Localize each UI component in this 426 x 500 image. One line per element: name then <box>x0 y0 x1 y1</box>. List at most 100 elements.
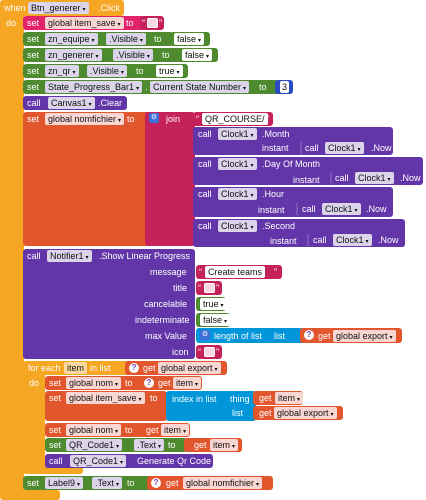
component-dropdown[interactable]: Clock1 ▾ <box>333 234 372 246</box>
text-field[interactable]: Create teams <box>205 266 266 278</box>
set-nomfichier-block[interactable] <box>23 112 153 246</box>
param-title: title <box>173 283 188 293</box>
var-dropdown[interactable]: global nom ▾ <box>66 377 122 389</box>
to-keyword: to <box>127 114 135 124</box>
set-label-text-block[interactable] <box>23 476 157 490</box>
mutator-icon[interactable]: ⚙ <box>149 113 159 123</box>
var-dropdown[interactable]: item ▾ <box>275 392 304 404</box>
param-icon: icon <box>172 347 189 357</box>
set-keyword: set <box>27 478 40 488</box>
var-dropdown[interactable]: item ▾ <box>161 424 190 436</box>
call-keyword: call <box>335 173 349 183</box>
set-keyword: set <box>49 378 62 388</box>
do-keyword: do <box>29 378 40 388</box>
to-keyword: to <box>150 393 158 403</box>
component-dropdown[interactable]: State_Progress_Bar1 ▾ <box>45 81 143 93</box>
to-keyword: to <box>154 34 162 44</box>
var-dropdown[interactable]: item ▾ <box>210 439 239 451</box>
to-keyword: to <box>136 66 144 76</box>
event-footer <box>0 490 60 500</box>
property-dropdown[interactable]: .Text ▾ <box>134 439 165 451</box>
component-dropdown[interactable]: Clock1 ▾ <box>218 128 257 140</box>
to-keyword: to <box>127 478 135 488</box>
method-name: Generate Qr Code <box>137 456 212 466</box>
call-keyword: call <box>313 235 327 245</box>
true-dropdown[interactable]: true ▾ <box>200 298 227 310</box>
component-dropdown[interactable]: Clock1 ▾ <box>355 172 394 184</box>
var-dropdown[interactable]: global export ▾ <box>333 330 396 342</box>
text-field[interactable]: QR_COURSE/ <box>202 113 268 125</box>
set-keyword: set <box>27 50 40 60</box>
var-dropdown[interactable]: global nom ▾ <box>66 424 122 436</box>
var-dropdown[interactable]: global export ▾ <box>274 407 337 419</box>
join-block[interactable] <box>145 112 195 246</box>
var-dropdown[interactable]: global nomfichier ▾ <box>45 113 125 125</box>
component-dropdown[interactable]: Notifier1 ▾ <box>47 250 92 262</box>
help-icon[interactable]: ? <box>304 330 314 340</box>
method-name: .Second <box>262 221 296 231</box>
get-keyword: get <box>146 425 159 435</box>
number-field[interactable]: 3 <box>280 81 290 93</box>
dot: . <box>145 82 148 92</box>
false-dropdown[interactable]: false ▾ <box>182 49 213 61</box>
method-name: .Day Of Month <box>262 159 321 169</box>
var-dropdown[interactable]: global nomfichier ▾ <box>183 477 263 489</box>
var-dropdown[interactable]: global export ▾ <box>158 362 221 374</box>
instant-label: instant <box>270 236 297 246</box>
var-dropdown[interactable]: global item_save ▾ <box>66 392 145 404</box>
event-name: .Click <box>98 3 120 13</box>
help-icon[interactable]: ? <box>151 478 161 488</box>
var-dropdown[interactable]: global item_save ▾ <box>45 17 124 29</box>
true-dropdown[interactable]: true ▾ <box>156 65 183 77</box>
property-dropdown[interactable]: .Text ▾ <box>92 477 123 489</box>
param-indeterminate: indeterminate <box>135 315 190 325</box>
component-dropdown[interactable]: Clock1 ▾ <box>218 158 257 170</box>
component-dropdown[interactable]: Clock1 ▾ <box>218 220 257 232</box>
call-keyword: call <box>305 143 319 153</box>
call-keyword: call <box>49 456 63 466</box>
component-dropdown[interactable]: Label9 ▾ <box>45 477 84 489</box>
call-keyword: call <box>27 251 41 261</box>
component-dropdown[interactable]: QR_Code1 ▾ <box>70 455 127 467</box>
call-keyword: call <box>198 189 212 199</box>
false-dropdown[interactable]: false ▾ <box>200 314 231 326</box>
call-keyword: call <box>198 159 212 169</box>
component-dropdown[interactable]: QR_Code1 ▾ <box>66 439 123 451</box>
component-dropdown[interactable]: Clock1 ▾ <box>218 188 257 200</box>
property-dropdown[interactable]: Current State Number ▾ <box>150 81 250 93</box>
set-keyword: set <box>27 82 40 92</box>
component-dropdown[interactable]: Btn_generer ▾ <box>28 2 89 14</box>
event-block[interactable] <box>0 0 24 498</box>
component-dropdown[interactable]: Clock1 ▾ <box>322 203 361 215</box>
loop-var-field[interactable]: item <box>64 362 88 374</box>
var-dropdown[interactable]: item ▾ <box>173 377 202 389</box>
help-icon[interactable]: ? <box>144 378 154 388</box>
set-keyword: set <box>27 34 40 44</box>
param-cancelable: cancelable <box>144 299 188 309</box>
call-keyword: call <box>302 204 316 214</box>
to-keyword: to <box>126 18 134 28</box>
property-dropdown[interactable]: .Visible ▾ <box>87 65 127 77</box>
method-name: .Now <box>378 235 399 245</box>
property-dropdown[interactable]: .Visible ▾ <box>113 49 153 61</box>
to-keyword: to <box>162 50 170 60</box>
to-keyword: to <box>125 425 133 435</box>
component-dropdown[interactable]: Canvas1 ▾ <box>48 97 95 109</box>
join-keyword: join <box>166 114 181 124</box>
help-icon[interactable]: ? <box>129 363 139 373</box>
component-dropdown[interactable]: zn_equipe ▾ <box>45 33 98 45</box>
property-dropdown[interactable]: .Visible ▾ <box>106 33 146 45</box>
false-dropdown[interactable]: false ▾ <box>174 33 205 45</box>
mutator-icon[interactable]: ⚙ <box>200 330 210 340</box>
component-dropdown[interactable]: zn_generer ▾ <box>45 49 102 61</box>
component-dropdown[interactable]: Clock1 ▾ <box>325 142 364 154</box>
get-keyword: get <box>166 478 179 488</box>
method-name: .Month <box>262 129 290 139</box>
set-keyword: set <box>27 66 40 76</box>
length-label: length of list <box>214 331 263 341</box>
to-keyword: to <box>259 82 267 92</box>
param-max-value: max Value <box>145 331 187 341</box>
component-dropdown[interactable]: zn_qr ▾ <box>45 65 79 77</box>
when-keyword: when <box>4 3 26 13</box>
method-name: .Now <box>371 143 392 153</box>
